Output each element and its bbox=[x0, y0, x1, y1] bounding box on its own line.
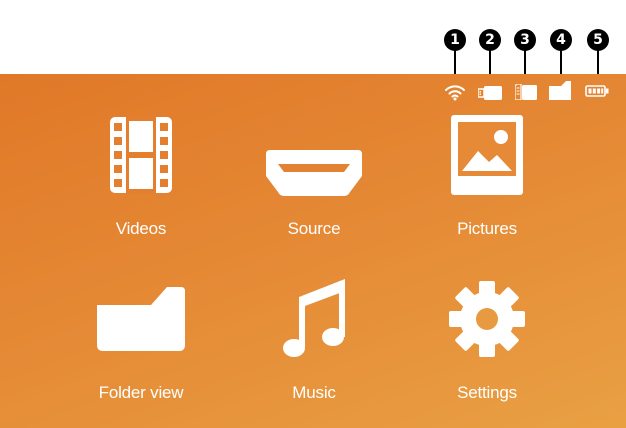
callout-5: 5 bbox=[587, 29, 609, 51]
menu-item-settings[interactable]: Settings bbox=[412, 264, 562, 414]
menu-item-label: Folder view bbox=[98, 383, 184, 402]
wifi-icon bbox=[444, 83, 466, 101]
menu-item-pictures[interactable]: Pictures bbox=[412, 100, 562, 250]
callout-bar: 1 2 3 4 5 bbox=[0, 0, 626, 76]
picture-icon bbox=[412, 100, 562, 210]
battery-icon bbox=[585, 85, 609, 103]
menu-item-label: Settings bbox=[457, 383, 517, 402]
gear-icon bbox=[412, 264, 562, 374]
callout-4-leader bbox=[560, 50, 562, 76]
menu-item-source[interactable]: Source bbox=[239, 100, 389, 250]
callout-1-leader bbox=[454, 50, 456, 76]
callout-4: 4 bbox=[550, 29, 572, 51]
callout-2: 2 bbox=[479, 29, 501, 51]
callout-3-leader bbox=[524, 50, 526, 76]
callout-2-leader bbox=[489, 50, 491, 76]
hdmi-icon bbox=[239, 118, 389, 228]
menu-item-music[interactable]: Music bbox=[239, 264, 389, 414]
menu-item-label: Pictures bbox=[457, 219, 517, 238]
menu-item-folder-view[interactable]: Folder view bbox=[66, 264, 216, 414]
folder-icon bbox=[66, 264, 216, 374]
home-screen: Videos Source Pictures Folder view Music… bbox=[0, 74, 626, 428]
menu-item-label: Music bbox=[292, 383, 336, 402]
menu-item-videos[interactable]: Videos bbox=[66, 100, 216, 250]
music-note-icon bbox=[239, 264, 389, 374]
menu-item-label: Source bbox=[287, 219, 341, 238]
film-icon bbox=[66, 100, 216, 210]
callout-1: 1 bbox=[444, 29, 466, 51]
callout-5-leader bbox=[597, 50, 599, 76]
callout-3: 3 bbox=[514, 29, 536, 51]
internal-memory-icon bbox=[549, 81, 571, 100]
menu-item-label: Videos bbox=[115, 219, 167, 238]
